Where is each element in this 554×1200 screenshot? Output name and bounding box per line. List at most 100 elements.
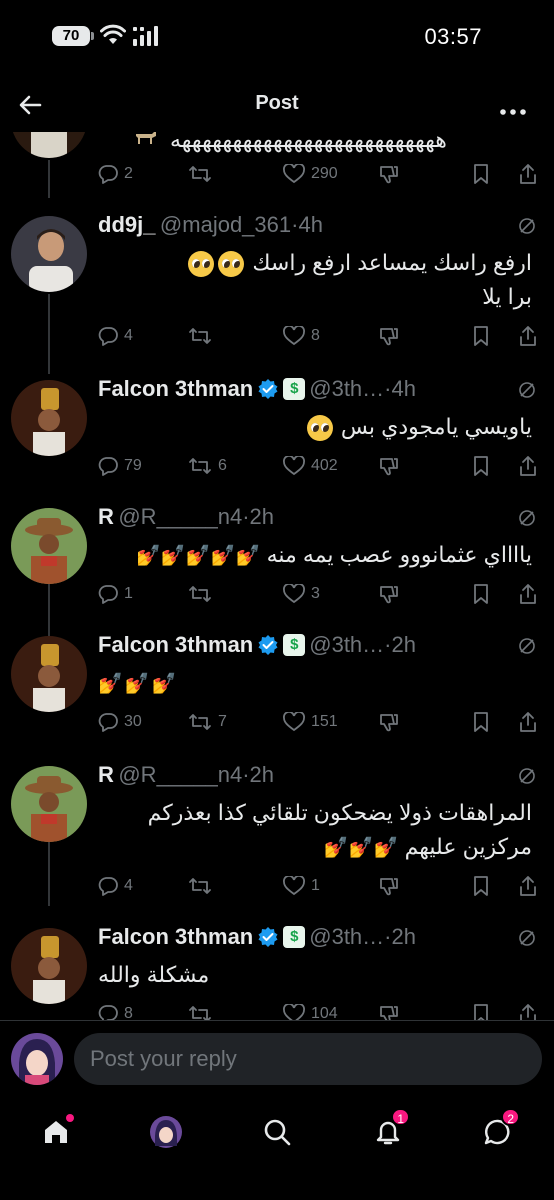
reply-actions: 79 6 402	[98, 452, 538, 480]
timestamp[interactable]: 4h	[298, 212, 322, 237]
display-name[interactable]: Falcon 3thman	[98, 632, 253, 657]
repost-button[interactable]	[188, 872, 218, 900]
share-button[interactable]	[518, 580, 538, 608]
user-handle[interactable]: @3th…	[309, 632, 384, 657]
reply-button[interactable]: 4	[98, 872, 133, 900]
display-name[interactable]: Falcon 3thman	[98, 376, 253, 401]
bookmark-icon	[474, 584, 488, 604]
like-button[interactable]: 104	[283, 1000, 338, 1020]
user-handle[interactable]: @3th…	[309, 376, 384, 401]
like-button[interactable]: 3	[283, 580, 320, 608]
avatar[interactable]	[11, 380, 87, 456]
display-name[interactable]: R	[98, 504, 114, 529]
timestamp[interactable]: 2h	[250, 504, 274, 529]
like-count: 3	[311, 585, 320, 602]
repost-button[interactable]: 7	[188, 708, 227, 736]
tab-messages[interactable]: 2	[474, 1108, 522, 1156]
like-button[interactable]: 8	[283, 322, 320, 350]
avatar[interactable]	[11, 636, 87, 712]
like-button[interactable]: 290	[283, 160, 338, 188]
avatar[interactable]	[11, 132, 87, 158]
display-name[interactable]: Falcon 3thman	[98, 924, 253, 949]
share-icon	[520, 326, 536, 346]
tab-home[interactable]	[32, 1108, 80, 1156]
timestamp[interactable]: 2h	[250, 762, 274, 787]
avatar-cowboy-image	[11, 766, 87, 842]
speech-bubble-icon	[98, 1005, 118, 1020]
avatar[interactable]	[11, 216, 87, 292]
downvote-button[interactable]	[378, 322, 400, 350]
repost-button[interactable]: 6	[188, 452, 227, 480]
downvote-button[interactable]	[378, 452, 400, 480]
share-button[interactable]	[518, 872, 538, 900]
bookmark-icon	[474, 456, 488, 476]
tab-notifications[interactable]: 1	[364, 1108, 412, 1156]
display-name[interactable]: dd9j_	[98, 212, 155, 237]
like-button[interactable]: 1	[283, 872, 320, 900]
status-bar: 70 03:57	[0, 0, 554, 76]
share-button[interactable]	[518, 160, 538, 188]
share-button[interactable]	[518, 452, 538, 480]
downvote-button[interactable]	[378, 872, 400, 900]
reply-button[interactable]: 79	[98, 452, 142, 480]
repost-button[interactable]	[188, 1000, 218, 1020]
grok-icon[interactable]	[518, 767, 536, 785]
reply-button[interactable]: 30	[98, 708, 142, 736]
user-handle[interactable]: @R_____n4	[118, 504, 242, 529]
bookmark-button[interactable]	[472, 452, 490, 480]
repost-button[interactable]	[188, 160, 212, 188]
reply-button[interactable]: 8	[98, 1000, 133, 1020]
bookmark-button[interactable]	[472, 322, 490, 350]
downvote-button[interactable]	[378, 160, 400, 188]
pleading-face-emoji	[306, 415, 333, 442]
display-name[interactable]: R	[98, 762, 114, 787]
repost-icon	[189, 878, 211, 894]
downvote-button[interactable]	[378, 580, 400, 608]
reply-input[interactable]	[74, 1033, 542, 1085]
avatar[interactable]	[11, 928, 87, 1004]
reply-meta: Falcon 3thman $ @3th…·2h	[98, 924, 536, 954]
reply-actions: 4 1	[98, 872, 538, 900]
reply-meta: R @R_____n4·2h	[98, 762, 536, 792]
bookmark-button[interactable]	[472, 160, 490, 188]
user-handle[interactable]: @3th…	[309, 924, 384, 949]
avatar[interactable]	[11, 766, 87, 842]
reply-button[interactable]: 2	[98, 160, 133, 188]
timestamp[interactable]: 2h	[392, 924, 416, 949]
user-handle[interactable]: @R_____n4	[118, 762, 242, 787]
share-button[interactable]	[518, 1000, 538, 1020]
bookmark-button[interactable]	[472, 708, 490, 736]
repost-button[interactable]	[188, 322, 218, 350]
tab-grok[interactable]	[142, 1108, 190, 1156]
bookmark-button[interactable]	[472, 872, 490, 900]
bookmark-button[interactable]	[472, 1000, 490, 1020]
grok-icon[interactable]	[518, 929, 536, 947]
share-icon	[520, 712, 536, 732]
timestamp[interactable]: 2h	[392, 632, 416, 657]
avatar[interactable]	[11, 508, 87, 584]
grok-icon[interactable]	[518, 381, 536, 399]
avatar-anime-image	[11, 1033, 63, 1085]
downvote-button[interactable]	[378, 1000, 400, 1020]
reply-thread[interactable]: ههههههههههههههههههههههههههه 2 290 dd9j_ …	[0, 132, 554, 1020]
tab-search[interactable]	[253, 1108, 301, 1156]
timestamp[interactable]: 4h	[392, 376, 416, 401]
reply-count: 30	[124, 713, 142, 730]
user-handle[interactable]: @majod_361	[160, 212, 291, 237]
like-button[interactable]: 402	[283, 452, 338, 480]
repost-button[interactable]	[188, 580, 218, 608]
reply-button[interactable]: 4	[98, 322, 133, 350]
more-button[interactable]	[500, 102, 526, 120]
share-button[interactable]	[518, 322, 538, 350]
reply-button[interactable]: 1	[98, 580, 133, 608]
share-button[interactable]	[518, 708, 538, 736]
grok-icon[interactable]	[518, 217, 536, 235]
grok-icon[interactable]	[518, 637, 536, 655]
downvote-button[interactable]	[378, 708, 400, 736]
like-button[interactable]: 151	[283, 708, 338, 736]
my-avatar[interactable]	[11, 1033, 63, 1085]
grok-icon[interactable]	[518, 509, 536, 527]
share-icon	[520, 164, 536, 184]
thumb-down-icon	[380, 458, 398, 476]
bookmark-button[interactable]	[472, 580, 490, 608]
